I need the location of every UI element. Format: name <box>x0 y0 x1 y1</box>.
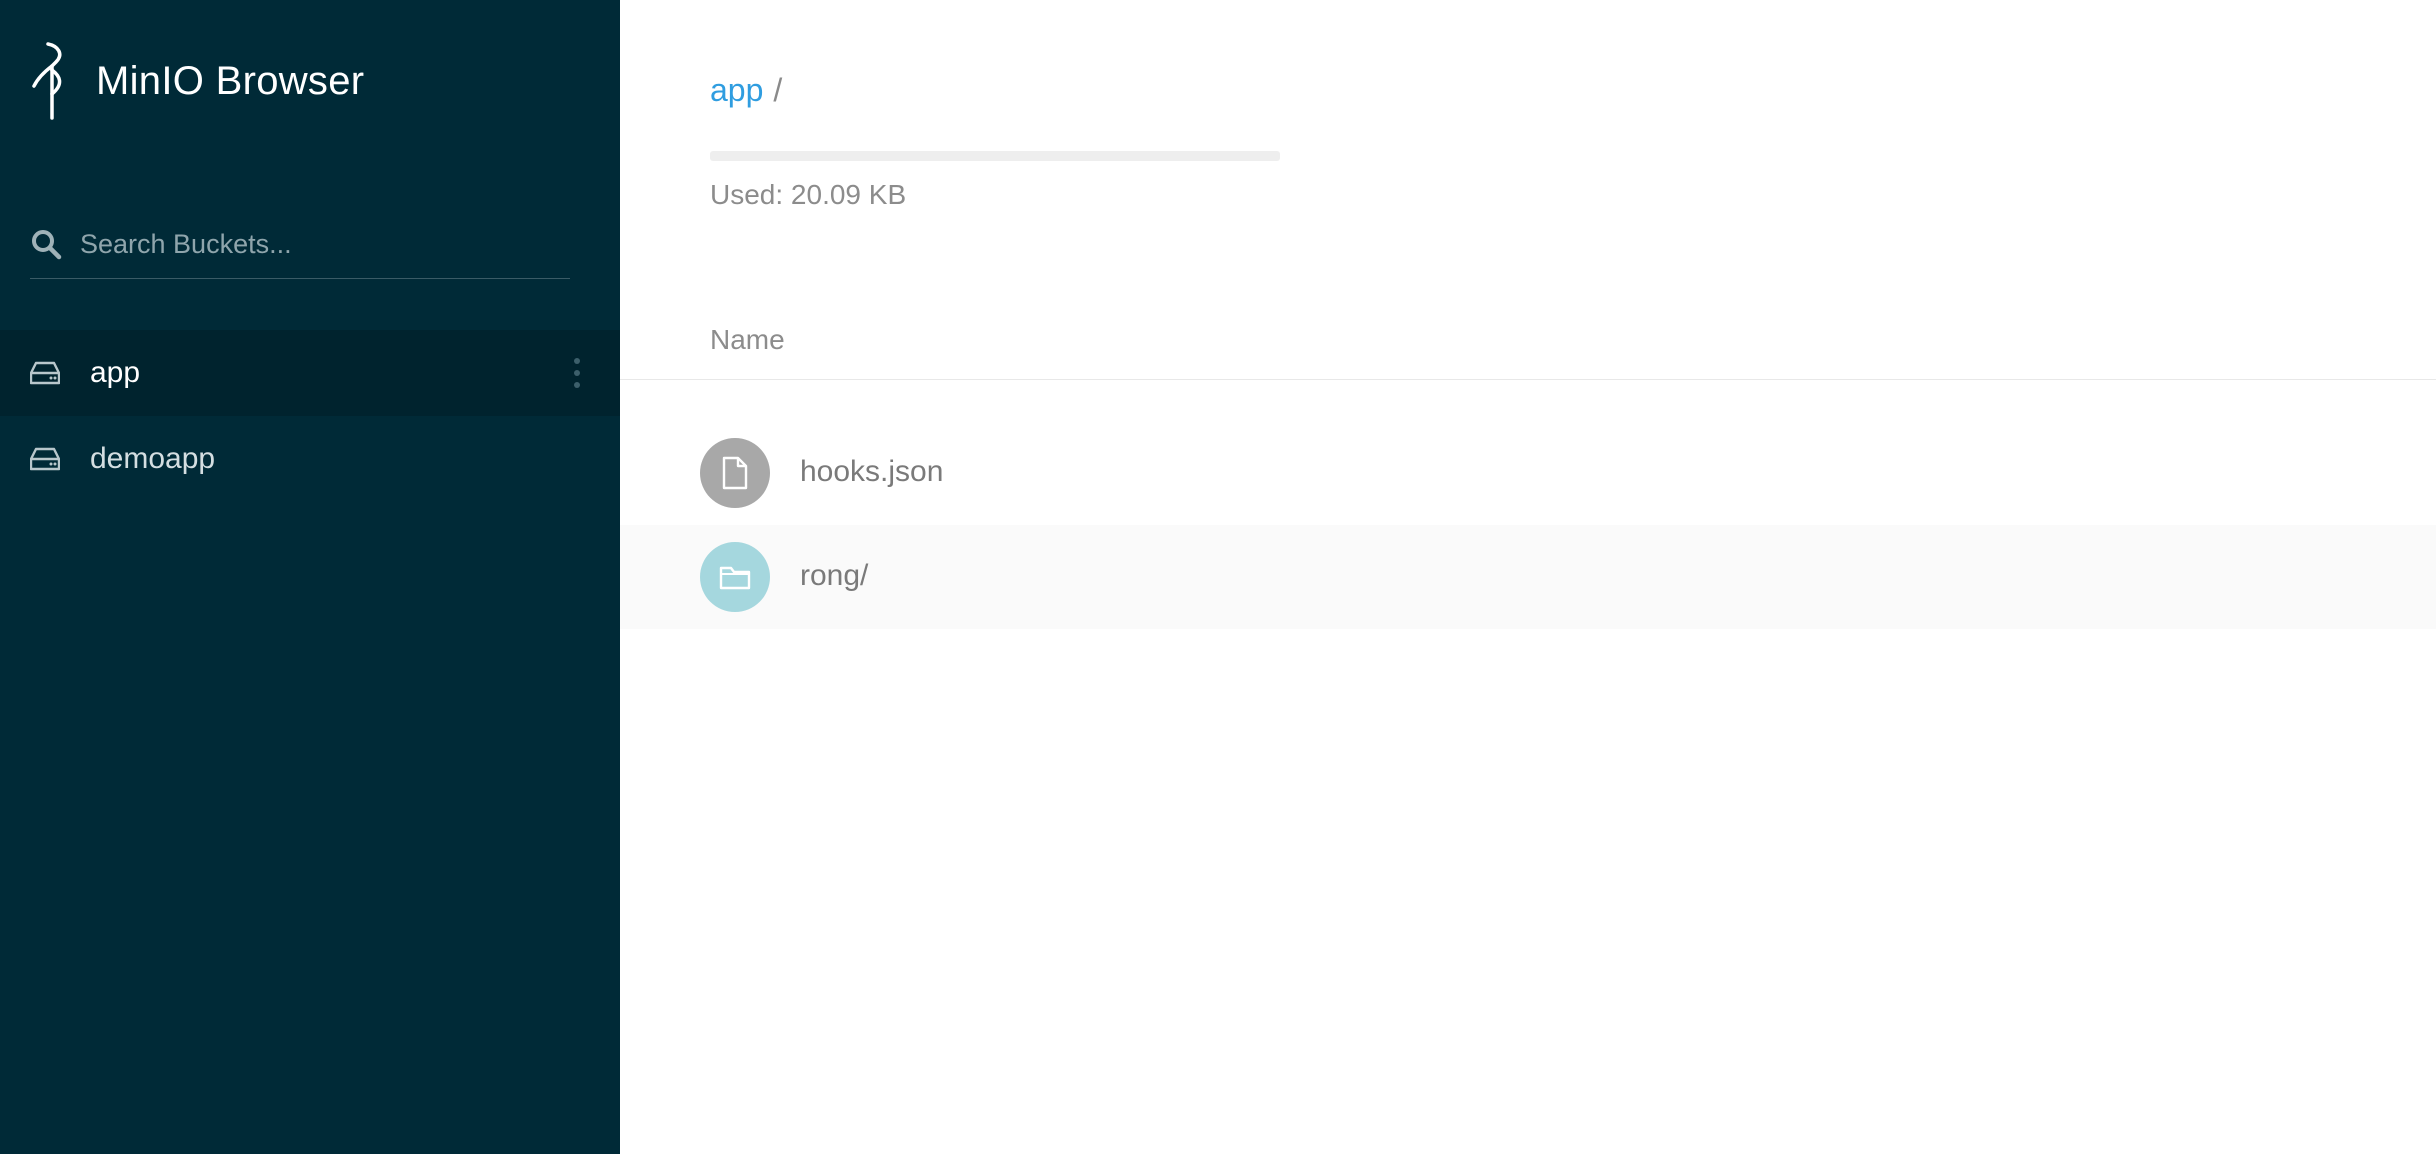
minio-browser-app: MinIO Browser app <box>0 0 2436 1154</box>
object-browser: app / Used: 20.09 KB Name hooks.json ron… <box>620 0 2436 1154</box>
bucket-list: app demoapp <box>0 330 620 502</box>
search-buckets-input[interactable] <box>80 228 560 260</box>
file-icon <box>700 438 770 508</box>
object-row-hooks-json[interactable]: hooks.json <box>620 421 2436 525</box>
bucket-menu-icon[interactable] <box>572 358 582 388</box>
minio-logo-icon <box>32 42 62 120</box>
bucket-label: demoapp <box>90 442 216 475</box>
bucket-item-app[interactable]: app <box>0 330 620 416</box>
breadcrumb-bucket-link[interactable]: app <box>710 72 763 109</box>
object-list: hooks.json rong/ <box>620 421 2436 629</box>
storage-usage-bar <box>710 151 1280 161</box>
breadcrumb-separator: / <box>773 72 783 108</box>
drive-icon <box>30 447 60 471</box>
sidebar: MinIO Browser app <box>0 0 620 1154</box>
folder-icon <box>700 542 770 612</box>
search-icon <box>32 230 62 260</box>
bucket-label: app <box>90 356 141 389</box>
document-icon <box>722 456 748 490</box>
object-name: hooks.json <box>800 455 944 488</box>
object-name: rong/ <box>800 559 869 592</box>
app-title: MinIO Browser <box>96 58 365 103</box>
bucket-search <box>30 210 570 279</box>
bucket-item-demoapp[interactable]: demoapp <box>0 416 620 502</box>
storage-usage-text: Used: 20.09 KB <box>710 179 907 210</box>
name-column-header[interactable]: Name <box>710 324 785 356</box>
brand[interactable]: MinIO Browser <box>30 38 364 124</box>
table-header: Name <box>620 310 2436 380</box>
folder-outline-icon <box>719 566 751 590</box>
drive-icon <box>30 361 60 385</box>
object-row-rong[interactable]: rong/ <box>620 525 2436 629</box>
breadcrumb: app / <box>710 72 782 109</box>
